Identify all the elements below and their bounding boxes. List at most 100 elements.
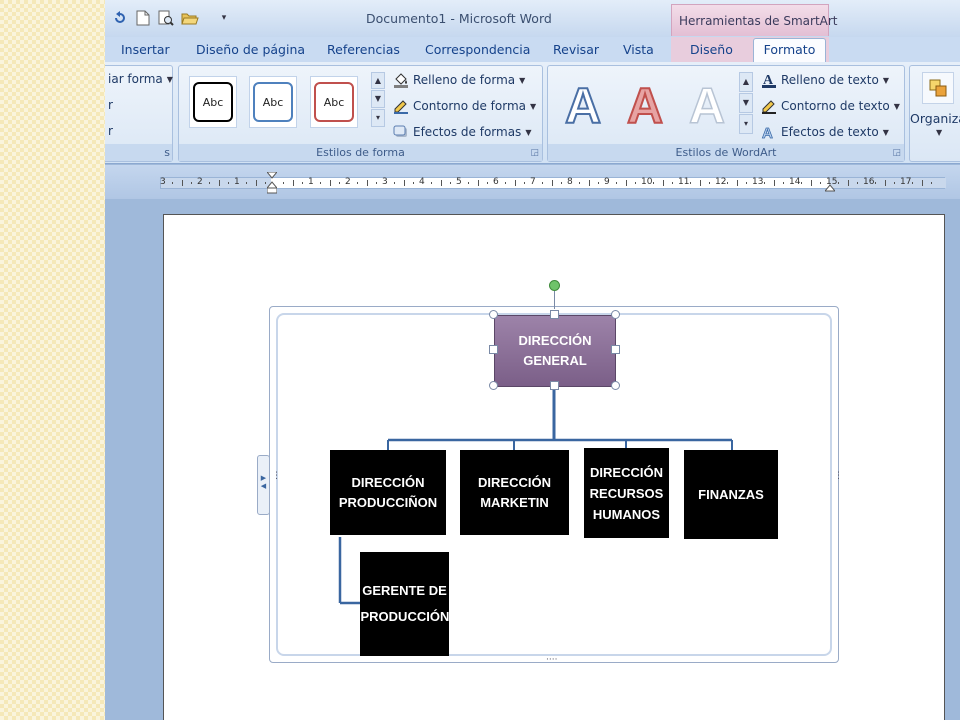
ruler-tick bbox=[523, 182, 525, 184]
ruler-tick bbox=[449, 182, 451, 184]
ruler-tick bbox=[736, 180, 738, 186]
larger-label: r bbox=[108, 98, 113, 112]
ruler-tick bbox=[375, 182, 377, 184]
tab-diseno[interactable]: Diseño bbox=[690, 37, 733, 62]
node-label: GERENTE DE PRODUCCIÓN bbox=[360, 583, 450, 624]
smaller-button[interactable]: r bbox=[108, 124, 113, 138]
text-effects-button[interactable]: A Efectos de texto ▼ bbox=[761, 124, 889, 143]
shape-outline-button[interactable]: Contorno de forma ▼ bbox=[393, 98, 536, 114]
new-document-icon[interactable] bbox=[134, 9, 152, 27]
wordart-swatch-2[interactable]: A bbox=[616, 76, 674, 136]
resize-handle[interactable] bbox=[489, 345, 498, 354]
customize-qat-icon[interactable]: ▾ bbox=[215, 9, 233, 27]
ruler-tick bbox=[255, 180, 257, 186]
ruler-tick bbox=[412, 182, 414, 184]
ruler-tick bbox=[542, 182, 544, 184]
node-label: DIRECCIÓN PRODUCCIÑON bbox=[338, 474, 438, 510]
wordart-more[interactable]: ▾ bbox=[739, 114, 753, 134]
change-shape-label: iar forma bbox=[108, 72, 163, 86]
wordart-swatch-3[interactable]: A bbox=[678, 76, 736, 136]
ruler-label: 1 bbox=[234, 177, 240, 187]
ribbon: iar forma ▼ r r s Abc Abc Abc ▲ ▼ ▾ Rell… bbox=[105, 62, 960, 164]
styles-more[interactable]: ▾ bbox=[371, 109, 385, 127]
resize-handle[interactable] bbox=[489, 310, 498, 319]
wordart-scroll-up[interactable]: ▲ bbox=[739, 72, 753, 92]
background-pattern bbox=[0, 0, 105, 720]
node-direccion-rrhh[interactable]: DIRECCIÓN RECURSOS HUMANOS bbox=[584, 448, 669, 538]
ruler-tick bbox=[597, 182, 599, 184]
print-preview-icon[interactable] bbox=[157, 9, 175, 27]
resize-handle[interactable] bbox=[611, 381, 620, 390]
svg-text:A: A bbox=[762, 125, 773, 140]
ruler-label: 12 bbox=[715, 177, 727, 187]
shape-style-swatch-2[interactable]: Abc bbox=[249, 76, 297, 128]
ruler-tick bbox=[690, 182, 692, 184]
frame-grip-left[interactable]: ⋮ bbox=[272, 472, 281, 481]
ruler-label: 13 bbox=[752, 177, 764, 187]
tab-correspondencia[interactable]: Correspondencia bbox=[425, 37, 530, 62]
node-finanzas[interactable]: FINANZAS bbox=[684, 450, 778, 539]
ruler-label: 9 bbox=[604, 177, 610, 187]
indent-marker-icon[interactable] bbox=[265, 171, 279, 194]
larger-button[interactable]: r bbox=[108, 98, 113, 112]
text-fill-button[interactable]: A Relleno de texto ▼ bbox=[761, 72, 889, 88]
smartart-tools-group: Herramientas de SmartArt bbox=[671, 4, 838, 36]
right-indent-marker-icon[interactable] bbox=[823, 181, 837, 192]
ruler-tick bbox=[662, 180, 664, 186]
ruler-tick bbox=[810, 180, 812, 186]
resize-handle[interactable] bbox=[489, 381, 498, 390]
tab-insertar[interactable]: Insertar bbox=[121, 37, 170, 62]
resize-handle[interactable] bbox=[611, 310, 620, 319]
arrange-label[interactable]: Organiza bbox=[910, 111, 960, 126]
change-shape-button[interactable]: iar forma ▼ bbox=[108, 72, 173, 86]
tab-diseno-pagina[interactable]: Diseño de página bbox=[196, 37, 305, 62]
resize-handle[interactable] bbox=[611, 345, 620, 354]
ruler-label: 7 bbox=[530, 177, 536, 187]
styles-scroll-up[interactable]: ▲ bbox=[371, 72, 385, 89]
resize-handle[interactable] bbox=[550, 381, 559, 390]
ruler-label: 3 bbox=[160, 177, 166, 187]
ruler-tick bbox=[819, 182, 821, 184]
ruler-tick bbox=[625, 180, 627, 186]
frame-grip-bottom[interactable]: ···· bbox=[546, 655, 557, 665]
tab-vista[interactable]: Vista bbox=[623, 37, 654, 62]
text-fill-label: Relleno de texto bbox=[781, 73, 879, 87]
shape-fill-button[interactable]: Relleno de forma ▼ bbox=[393, 72, 525, 88]
ruler-tick bbox=[551, 180, 553, 186]
frame-grip-right[interactable]: ⋮ bbox=[834, 472, 843, 481]
open-folder-icon[interactable] bbox=[181, 9, 199, 27]
chevron-down-icon: ▼ bbox=[882, 75, 889, 85]
shape-style-swatch-1[interactable]: Abc bbox=[189, 76, 237, 128]
dialog-launcher-icon[interactable]: ◲ bbox=[892, 148, 901, 158]
text-effects-label: Efectos de texto bbox=[781, 125, 879, 139]
wordart-scroll-down[interactable]: ▼ bbox=[739, 93, 753, 113]
tab-revisar[interactable]: Revisar bbox=[553, 37, 599, 62]
shape-effects-button[interactable]: Efectos de formas ▼ bbox=[393, 124, 531, 140]
node-direccion-general[interactable]: DIRECCIÓN GENERAL bbox=[494, 315, 616, 387]
undo-icon[interactable] bbox=[111, 9, 129, 27]
arrange-icon[interactable] bbox=[922, 72, 954, 104]
paint-bucket-icon bbox=[393, 72, 409, 88]
node-direccion-produccion[interactable]: DIRECCIÓN PRODUCCIÑON bbox=[330, 450, 446, 535]
ruler-tick bbox=[773, 180, 775, 186]
wordart-styles-group: A A A ▲ ▼ ▾ A Relleno de texto ▼ Contorn… bbox=[547, 65, 905, 162]
node-gerente-produccion[interactable]: GERENTE DE PRODUCCIÓN bbox=[360, 552, 449, 656]
ruler-tick bbox=[671, 182, 673, 184]
ruler-tick bbox=[320, 182, 322, 184]
text-outline-button[interactable]: Contorno de texto ▼ bbox=[761, 98, 900, 114]
ruler-tick bbox=[847, 180, 849, 186]
resize-handle[interactable] bbox=[550, 310, 559, 319]
ruler-label: 8 bbox=[567, 177, 573, 187]
dialog-launcher-icon[interactable]: ◲ bbox=[530, 148, 539, 158]
rotate-handle[interactable] bbox=[549, 280, 560, 291]
node-direccion-marketin[interactable]: DIRECCIÓN MARKETIN bbox=[460, 450, 569, 535]
ruler-tick bbox=[745, 182, 747, 184]
tab-referencias[interactable]: Referencias bbox=[327, 37, 400, 62]
shape-style-swatch-3[interactable]: Abc bbox=[310, 76, 358, 128]
tab-formato[interactable]: Formato bbox=[753, 38, 826, 63]
wordart-swatch-1[interactable]: A bbox=[554, 76, 612, 136]
styles-scroll-down[interactable]: ▼ bbox=[371, 90, 385, 108]
chevron-down-icon: ▼ bbox=[893, 101, 900, 111]
ruler-tick bbox=[893, 182, 895, 184]
document-page[interactable]: ▶ ◀ DIRECCIÓN GENERAL DIRECCIÓN PRODUCCI… bbox=[163, 214, 945, 720]
